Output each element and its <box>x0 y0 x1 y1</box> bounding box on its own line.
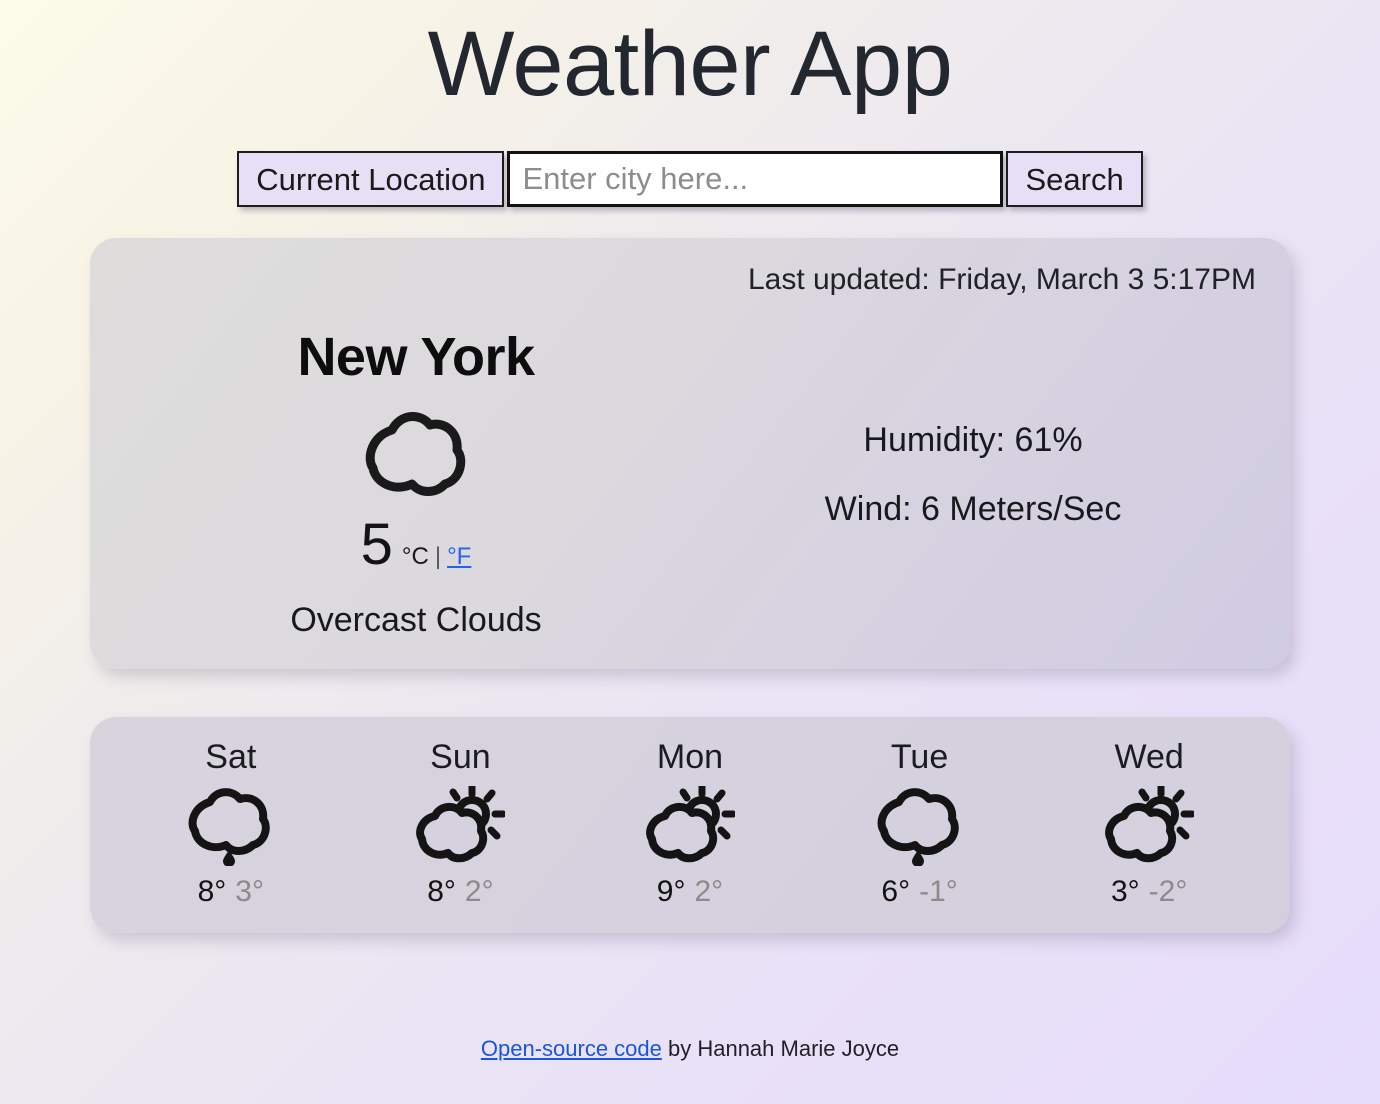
forecast-icon-wrap <box>346 785 576 867</box>
current-weather-left-column: New York 5 °C | °F Overcast Clouds <box>124 302 690 639</box>
partly-sunny-icon <box>416 785 506 863</box>
forecast-day-name: Tue <box>890 738 949 777</box>
rain-icon <box>188 788 270 866</box>
forecast-icon-wrap <box>1034 785 1264 867</box>
forecast-min-temp: -1° <box>919 874 958 908</box>
forecast-max-temp: 9° <box>656 874 686 908</box>
forecast-temps: 8° 3° <box>116 874 346 908</box>
forecast-day: Sat 8° 3° <box>116 738 346 908</box>
forecast-icon-wrap <box>805 785 1035 867</box>
forecast-min-temp: -2° <box>1148 874 1188 908</box>
weather-app-page: Weather App Current Location Search Last… <box>0 0 1380 1104</box>
temperature-value: 5 <box>360 512 393 577</box>
current-weather-icon-wrap <box>142 406 690 502</box>
forecast-min-temp: 2° <box>464 874 494 908</box>
search-button[interactable]: Search <box>1006 151 1143 207</box>
unit-toggle-group: °C | °F <box>402 545 471 569</box>
forecast-max-temp: 8° <box>197 874 227 908</box>
humidity-text: Humidity: 61% <box>863 421 1083 459</box>
forecast-temps: 3° -2° <box>1034 874 1264 908</box>
forecast-max-temp: 3° <box>1110 874 1140 908</box>
current-weather-body: New York 5 °C | °F Overcast Clouds Humid… <box>124 302 1256 639</box>
forecast-day: Wed 3° -2° <box>1034 738 1264 908</box>
forecast-day: Tue 6° -1° <box>805 738 1035 908</box>
current-weather-right-column: Humidity: 61% Wind: 6 Meters/Sec <box>690 302 1256 529</box>
wind-text: Wind: 6 Meters/Sec <box>824 490 1122 529</box>
page-title: Weather App <box>427 13 953 115</box>
forecast-day-name: Sat <box>205 738 257 777</box>
forecast-temps: 9° 2° <box>575 874 805 908</box>
forecast-icon-wrap <box>116 785 346 867</box>
current-location-button[interactable]: Current Location <box>237 151 505 207</box>
city-search-input[interactable] <box>507 151 1004 207</box>
forecast-min-temp: 3° <box>235 874 264 908</box>
current-temperature: 5 °C | °F <box>142 516 690 574</box>
current-weather-card: Last updated: Friday, March 3 5:17PM New… <box>90 238 1290 670</box>
footer: Open-source code by Hannah Marie Joyce <box>0 1036 1380 1062</box>
unit-separator: | <box>434 543 442 570</box>
forecast-day-name: Mon <box>656 738 724 777</box>
unit-fahrenheit-link[interactable]: °F <box>447 545 471 569</box>
footer-credit: by Hannah Marie Joyce <box>661 1036 900 1061</box>
open-source-code-link[interactable]: Open-source code <box>481 1036 662 1061</box>
forecast-day: Mon 9° 2° <box>575 738 805 908</box>
partly-sunny-icon <box>646 785 735 863</box>
forecast-day-name: Wed <box>1114 738 1184 777</box>
partly-sunny-icon <box>1105 785 1195 863</box>
forecast-max-temp: 8° <box>427 874 456 908</box>
forecast-day: Sun 8° 2° <box>346 738 576 908</box>
overcast-clouds-icon <box>365 412 466 496</box>
rain-icon <box>877 788 959 866</box>
forecast-temps: 8° 2° <box>346 874 576 908</box>
forecast-temps: 6° -1° <box>805 874 1035 908</box>
last-updated-text: Last updated: Friday, March 3 5:17PM <box>747 263 1256 296</box>
forecast-max-temp: 6° <box>881 874 911 908</box>
forecast-row: Sat 8° 3° Sun 8° 2° Mon 9° 2° Tue 6° -1°… <box>90 717 1290 933</box>
city-name: New York <box>297 327 535 387</box>
unit-celsius-label: °C <box>401 543 429 570</box>
forecast-day-name: Sun <box>430 738 491 777</box>
weather-description: Overcast Clouds <box>290 601 542 639</box>
forecast-min-temp: 2° <box>694 874 724 908</box>
search-bar: Current Location Search <box>0 151 1380 207</box>
forecast-icon-wrap <box>575 785 805 867</box>
